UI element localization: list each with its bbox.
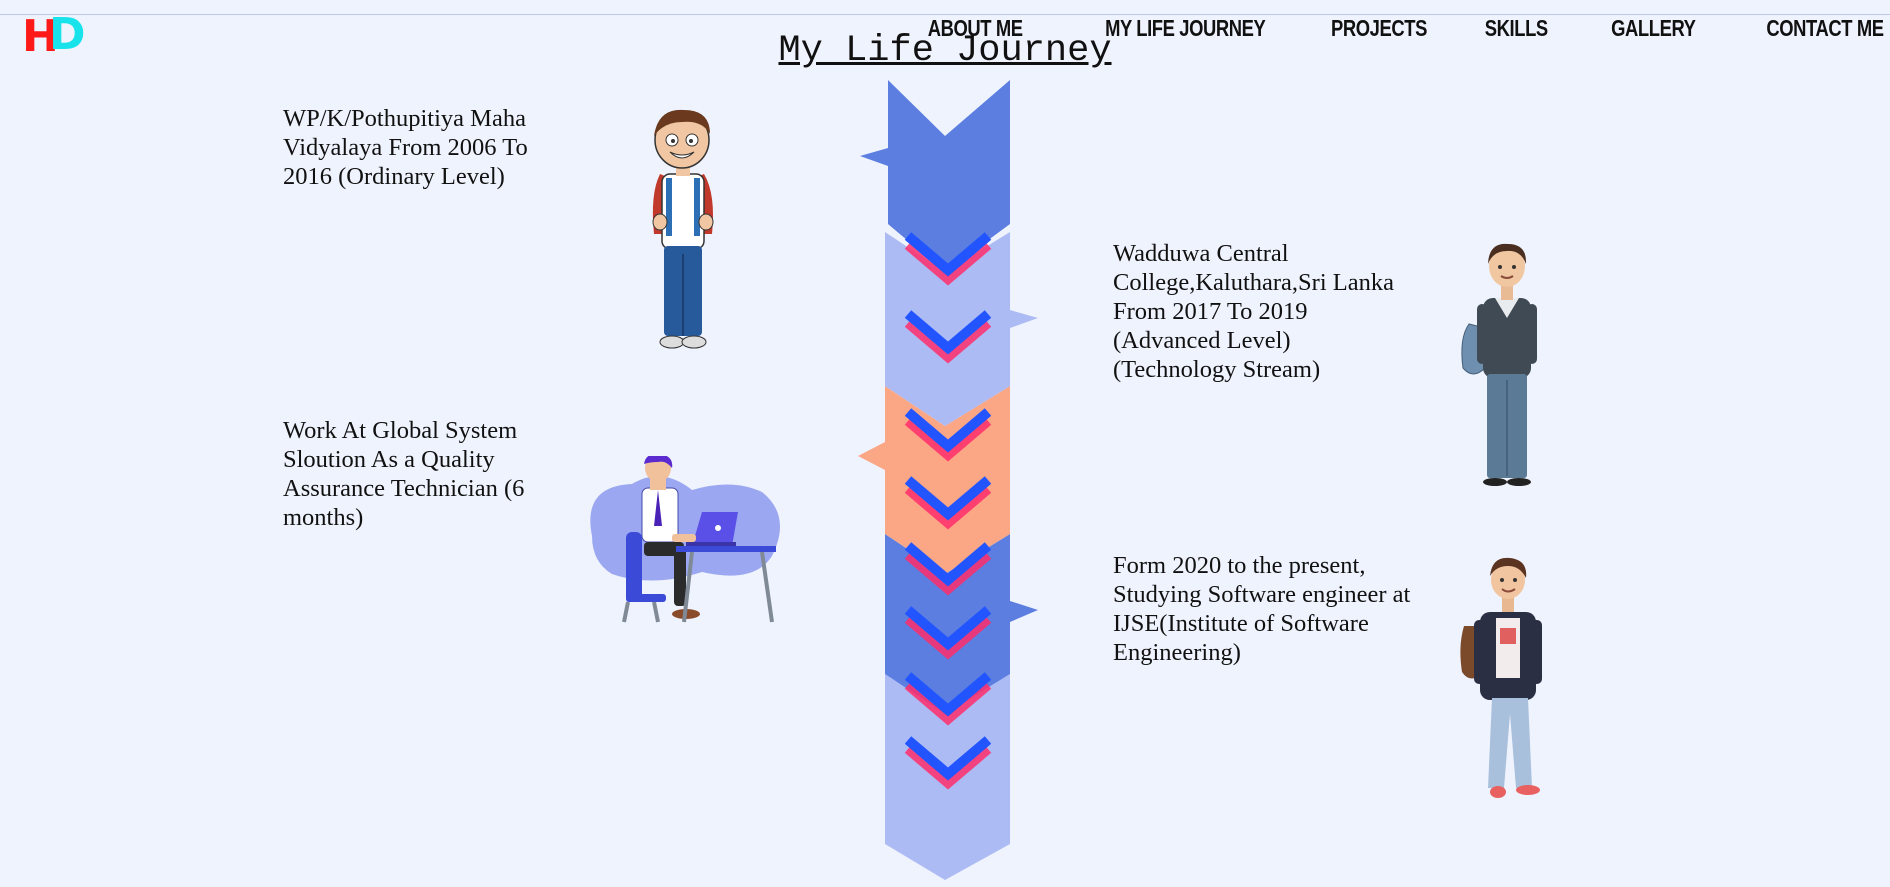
office-worker-illustration <box>590 456 780 623</box>
timeline-entry-ordinary-level: WP/K/Pothupitiya Maha Vidyalaya From 200… <box>283 105 528 190</box>
teen-student-illustration <box>1461 243 1537 486</box>
timeline-segment-1 <box>860 80 1010 272</box>
timeline-entry-qa-job: Work At Global System Sloution As a Qual… <box>283 417 525 531</box>
timeline-entry-ijse: Form 2020 to the present, Studying Softw… <box>1113 552 1411 666</box>
page-title: My Life Journey <box>778 30 1112 72</box>
schoolboy-illustration <box>652 109 714 349</box>
young-man-illustration <box>1460 557 1542 798</box>
timeline-arrow-graphic <box>858 80 1038 880</box>
timeline-entry-advanced-level: Wadduwa Central College,Kaluthara,Sri La… <box>1113 240 1394 383</box>
